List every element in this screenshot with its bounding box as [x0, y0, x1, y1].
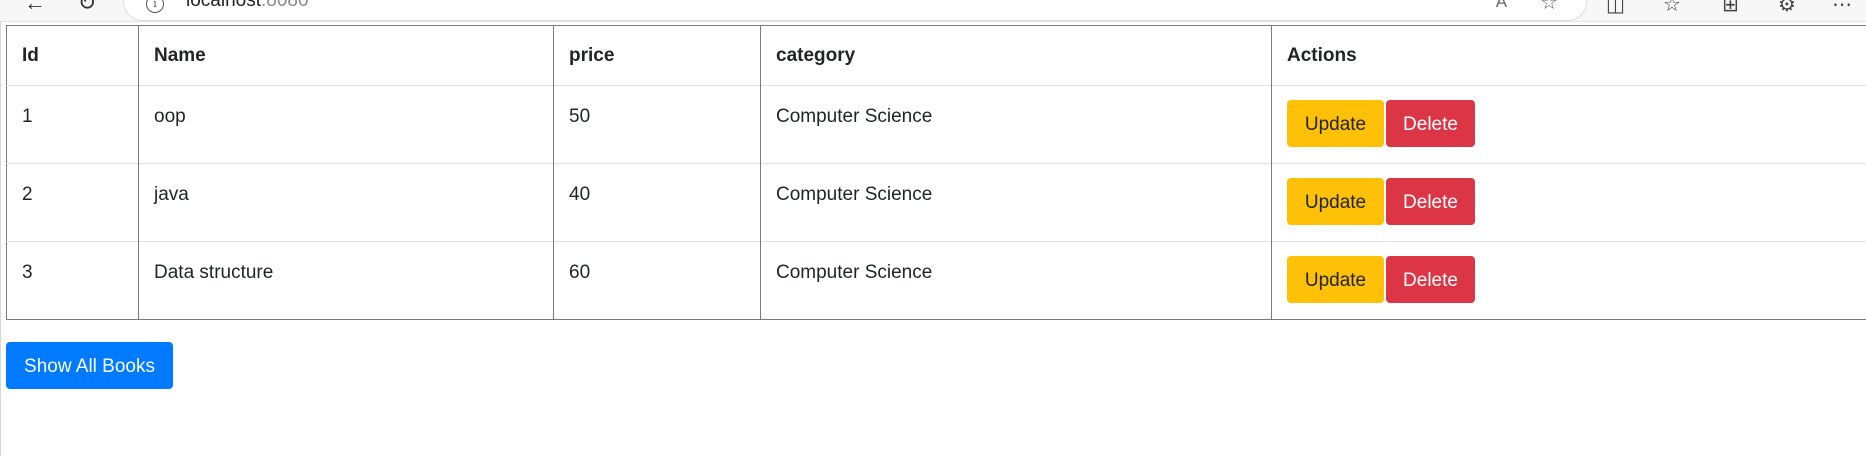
cell-name: Data structure	[138, 241, 554, 320]
cell-price: 40	[553, 163, 761, 242]
delete-button[interactable]: Delete	[1386, 178, 1475, 225]
page-content: Id Name price category Actions 1 oop 50 …	[0, 22, 1866, 456]
show-all-books-button[interactable]: Show All Books	[6, 342, 173, 389]
cell-name: oop	[138, 85, 554, 164]
update-button[interactable]: Update	[1287, 178, 1384, 225]
favorite-star-icon[interactable]: ☆	[1540, 0, 1558, 15]
header-category: category	[760, 25, 1272, 86]
table-row: 1 oop 50 Computer Science Update Delete	[6, 85, 1866, 164]
site-info-icon[interactable]: i	[146, 0, 164, 13]
header-price: price	[553, 25, 761, 86]
url-port: :8080	[261, 0, 309, 11]
update-button[interactable]: Update	[1287, 256, 1384, 303]
more-icon[interactable]: ⋯	[1832, 0, 1852, 17]
cell-id: 3	[6, 241, 139, 320]
table-header-row: Id Name price category Actions	[7, 25, 1866, 86]
cell-id: 2	[6, 163, 139, 242]
cell-actions: Update Delete	[1271, 241, 1866, 320]
cell-actions: Update Delete	[1271, 85, 1866, 164]
cell-category: Computer Science	[760, 163, 1272, 242]
delete-button[interactable]: Delete	[1386, 100, 1475, 147]
cell-actions: Update Delete	[1271, 163, 1866, 242]
header-name: Name	[138, 25, 554, 86]
collections-icon[interactable]: ⊞	[1722, 0, 1739, 17]
update-button[interactable]: Update	[1287, 100, 1384, 147]
cell-name: java	[138, 163, 554, 242]
favorites-icon[interactable]: ☆	[1663, 0, 1681, 17]
cell-id: 1	[6, 85, 139, 164]
address-bar[interactable]: i localhost:8080 A⁻ ☆	[124, 0, 1586, 20]
delete-button[interactable]: Delete	[1386, 256, 1475, 303]
reload-icon[interactable]: ↻	[74, 0, 100, 16]
split-screen-icon[interactable]: ◫	[1606, 0, 1625, 17]
cell-price: 60	[553, 241, 761, 320]
cell-category: Computer Science	[760, 241, 1272, 320]
cell-price: 50	[553, 85, 761, 164]
url-host: localhost	[186, 0, 261, 11]
browser-toolbar: ← ↻ i localhost:8080 A⁻ ☆ ◫ ☆ ⊞ ⚙ ⋯	[0, 0, 1866, 22]
table-row: 2 java 40 Computer Science Update Delete	[6, 163, 1866, 242]
books-table: Id Name price category Actions 1 oop 50 …	[6, 25, 1866, 320]
header-actions: Actions	[1271, 25, 1866, 86]
header-id: Id	[22, 44, 39, 66]
table-row: 3 Data structure 60 Computer Science Upd…	[6, 241, 1866, 320]
cell-category: Computer Science	[760, 85, 1272, 164]
extensions-icon[interactable]: ⚙	[1778, 0, 1796, 17]
read-aloud-icon[interactable]: A⁻	[1496, 0, 1516, 12]
url-text: localhost:8080	[186, 0, 309, 12]
back-icon[interactable]: ←	[22, 0, 48, 16]
